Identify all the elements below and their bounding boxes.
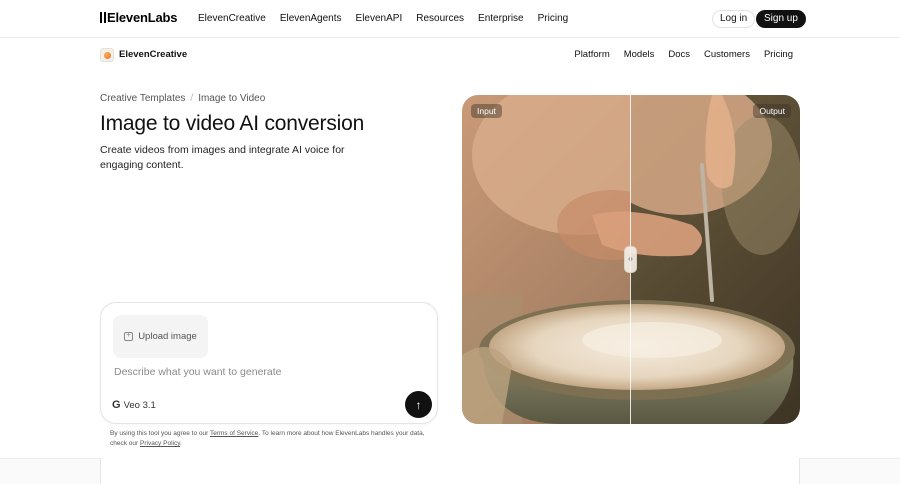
disclaimer-text-start: By using this tool you agree to our	[110, 430, 210, 437]
top-nav-link-elevenapi[interactable]: ElevenAPI	[356, 13, 403, 24]
login-button[interactable]: Log in	[712, 10, 756, 28]
subnav-link-platform[interactable]: Platform	[574, 49, 609, 60]
top-nav-link-pricing[interactable]: Pricing	[538, 13, 569, 24]
comparison-slider-handle[interactable]: ‹›	[624, 246, 637, 273]
breadcrumb: Creative Templates / Image to Video	[100, 93, 265, 104]
breadcrumb-separator: /	[190, 93, 194, 104]
disclaimer-text-end: .	[179, 440, 182, 447]
top-nav-link-resources[interactable]: Resources	[416, 13, 464, 24]
input-label: Input	[471, 104, 502, 118]
top-nav-links: ElevenCreative ElevenAgents ElevenAPI Re…	[198, 13, 582, 24]
generate-button[interactable]: ↑	[405, 391, 432, 418]
prompt-card: Upload image G Veo 3.1 ↑	[100, 302, 438, 424]
arrow-up-icon: ↑	[415, 397, 422, 412]
subnav-links: Platform Models Docs Customers Pricing	[560, 49, 793, 60]
signup-button[interactable]: Sign up	[756, 10, 806, 28]
privacy-policy-link[interactable]: Privacy Policy	[140, 440, 180, 447]
subnav-link-docs[interactable]: Docs	[668, 49, 690, 60]
elevenlabs-logo[interactable]: ElevenLabs	[100, 10, 177, 25]
model-label: Veo 3.1	[123, 399, 156, 411]
subnav-link-customers[interactable]: Customers	[704, 49, 750, 60]
terms-of-service-link[interactable]: Terms of Service	[210, 430, 258, 437]
top-navbar: ElevenLabs ElevenCreative ElevenAgents E…	[0, 0, 900, 38]
top-nav-link-elevencreative[interactable]: ElevenCreative	[198, 13, 266, 24]
elevencreative-product-icon	[100, 48, 114, 62]
page-title: Image to video AI conversion	[100, 112, 365, 135]
breadcrumb-image-to-video[interactable]: Image to Video	[198, 93, 265, 104]
subnav-link-models[interactable]: Models	[624, 49, 655, 60]
breadcrumb-creative-templates[interactable]: Creative Templates	[100, 93, 185, 104]
logo-text: ElevenLabs	[107, 10, 178, 25]
upload-image-button[interactable]: Upload image	[113, 315, 208, 358]
logo-bars-icon	[100, 12, 106, 23]
product-name[interactable]: ElevenCreative	[119, 49, 187, 60]
terms-disclaimer: By using this tool you agree to our Term…	[110, 429, 430, 449]
subnav-link-pricing[interactable]: Pricing	[764, 49, 793, 60]
top-nav-link-elevenagents[interactable]: ElevenAgents	[280, 13, 342, 24]
top-nav-link-enterprise[interactable]: Enterprise	[478, 13, 524, 24]
product-subnav: ElevenCreative Platform Models Docs Cust…	[0, 39, 900, 71]
page-subtitle: Create videos from images and integrate …	[100, 144, 345, 171]
output-label: Output	[753, 104, 791, 118]
bottom-content-box	[100, 458, 800, 484]
image-upload-icon	[124, 330, 134, 341]
google-icon: G	[112, 399, 121, 411]
prompt-input[interactable]	[114, 366, 414, 378]
upload-image-label: Upload image	[138, 331, 197, 342]
arrows-horizontal-icon: ‹›	[628, 256, 633, 263]
before-after-comparison[interactable]: ‹› Input Output	[462, 95, 800, 424]
model-selector[interactable]: G Veo 3.1	[112, 399, 156, 411]
